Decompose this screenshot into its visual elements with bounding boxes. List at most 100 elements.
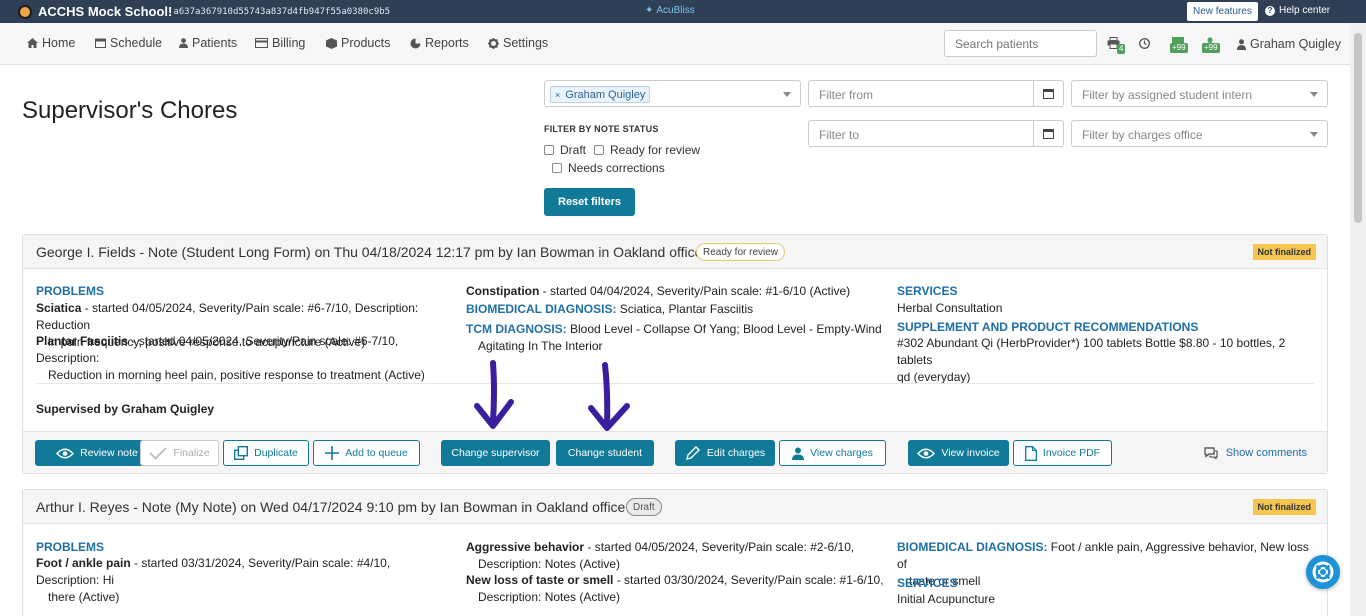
biomedical-diagnosis-heading: BIOMEDICAL DIAGNOSIS: — [466, 302, 617, 316]
problem-name: Sciatica — [36, 301, 82, 315]
chevron-down-icon — [783, 92, 791, 97]
filter-to-placeholder: Filter to — [819, 128, 860, 142]
search-patients-input[interactable] — [944, 30, 1097, 57]
invoice-pdf-button[interactable]: Invoice PDF — [1013, 440, 1112, 466]
edit-charges-button[interactable]: Edit charges — [675, 440, 775, 466]
clock-icon — [1139, 38, 1150, 49]
nav-schedule-label: Schedule — [110, 36, 163, 50]
notifications-button-2[interactable]: +99 — [1202, 36, 1220, 53]
supplement-item: #302 Abundant Qi (HerbProvider*) 100 tab… — [897, 335, 1317, 386]
problems-heading: PROBLEMS — [36, 284, 105, 298]
show-comments-link[interactable]: Show comments — [1204, 447, 1307, 459]
note-title[interactable]: Arthur I. Reyes - Note (My Note) on Wed … — [36, 499, 625, 515]
nav-reports[interactable]: Reports — [410, 36, 469, 50]
comments-icon — [1204, 447, 1218, 459]
filter-from-calendar-button[interactable] — [1033, 81, 1063, 106]
brand-logo[interactable]: ✦ AcuBliss — [645, 5, 695, 16]
tcm-diagnosis-heading: TCM DIAGNOSIS: — [466, 322, 567, 336]
nav-products[interactable]: Products — [326, 36, 390, 50]
file-icon — [1024, 445, 1037, 461]
calendar-icon — [1043, 88, 1054, 99]
problem-detail: - started 03/30/2024, Severity/Pain scal… — [613, 573, 884, 587]
nav-settings[interactable]: Settings — [488, 36, 548, 50]
queue-button[interactable]: 4 — [1107, 37, 1126, 54]
calendar-icon — [95, 38, 106, 48]
problem-detail: - started 04/05/2024, Severity/Pain scal… — [36, 301, 419, 332]
divider — [36, 383, 1314, 384]
problem-detail: - started 04/04/2024, Severity/Pain scal… — [539, 284, 851, 298]
calendar-icon — [1043, 128, 1054, 139]
services-heading: SERVICES — [897, 576, 958, 590]
filter-to-input[interactable]: Filter to — [808, 120, 1064, 147]
view-charges-button[interactable]: View charges — [779, 440, 886, 466]
annotation-arrow-icon — [474, 360, 514, 429]
view-invoice-button[interactable]: View invoice — [908, 440, 1009, 466]
intern-filter-placeholder: Filter by assigned student intern — [1082, 88, 1253, 102]
duplicate-icon — [234, 446, 249, 460]
note-status-filter-label: FILTER BY NOTE STATUS — [544, 124, 659, 134]
page-scrollbar[interactable] — [1350, 23, 1366, 616]
chevron-down-icon — [1310, 92, 1318, 97]
finalize-label: Finalize — [173, 447, 210, 459]
problem-name: Plantar Fasciitis — [36, 334, 129, 348]
note-title[interactable]: George I. Fields - Note (Student Long Fo… — [36, 244, 702, 260]
constipation-problem: Constipation - started 04/04/2024, Sever… — [466, 283, 886, 300]
remove-tag-icon[interactable]: × — [555, 90, 560, 100]
checkbox[interactable] — [594, 145, 604, 155]
problem-name: Aggressive behavior — [466, 540, 585, 554]
biomedical-diagnosis-heading: BIOMEDICAL DIAGNOSIS: — [897, 540, 1048, 554]
user-menu[interactable]: Graham Quigley — [1237, 37, 1341, 51]
duplicate-label: Duplicate — [254, 447, 298, 459]
checkbox[interactable] — [544, 145, 554, 155]
nav-products-label: Products — [341, 36, 391, 50]
plus-icon — [325, 446, 340, 460]
queue-count-badge: 4 — [1117, 44, 1126, 54]
checkbox[interactable] — [552, 163, 562, 173]
nav-reports-label: Reports — [425, 36, 469, 50]
eye-icon — [56, 448, 75, 458]
clock-button[interactable] — [1139, 38, 1150, 52]
office-filter-select[interactable]: Filter by charges office — [1071, 120, 1328, 147]
finalized-badge: Not finalized — [1252, 499, 1316, 515]
add-to-queue-button[interactable]: Add to queue — [313, 440, 420, 466]
status-corrections-checkbox[interactable]: Needs corrections — [552, 161, 665, 175]
nav-patients[interactable]: Patients — [179, 36, 237, 50]
school-name: ACCHS Mock School! — [38, 4, 173, 19]
change-student-button[interactable]: Change student — [556, 440, 654, 466]
change-supervisor-button[interactable]: Change supervisor — [441, 440, 550, 466]
finalize-button[interactable]: Finalize — [140, 440, 219, 466]
office-filter-placeholder: Filter by charges office — [1082, 128, 1203, 142]
status-ready-checkbox[interactable]: Ready for review — [594, 143, 700, 157]
intern-filter-select[interactable]: Filter by assigned student intern — [1071, 80, 1328, 107]
finalized-badge: Not finalized — [1252, 244, 1316, 260]
scrollbar-thumb[interactable] — [1354, 33, 1362, 223]
filter-from-placeholder: Filter from — [819, 88, 873, 102]
new-features-button[interactable]: New features — [1187, 2, 1258, 21]
leaf-icon: ✦ — [645, 5, 654, 16]
status-draft-checkbox[interactable]: Draft — [544, 143, 586, 157]
nav-settings-label: Settings — [503, 36, 549, 50]
reset-filters-button[interactable]: Reset filters — [544, 188, 635, 216]
problems-heading: PROBLEMS — [36, 540, 105, 554]
help-center-label: Help center — [1279, 5, 1331, 16]
services-heading: SERVICES — [897, 284, 958, 298]
problem-name: New loss of taste or smell — [466, 573, 614, 587]
nav-billing[interactable]: Billing — [255, 36, 305, 50]
tcm-diagnosis: TCM DIAGNOSIS: Blood Level - Collapse Of… — [466, 321, 886, 355]
nav-schedule[interactable]: Schedule — [95, 36, 162, 50]
user-name-label: Graham Quigley — [1250, 37, 1342, 51]
supervisor-tag: × Graham Quigley — [550, 86, 651, 103]
view-charges-label: View charges — [810, 447, 873, 459]
user-icon — [179, 38, 188, 48]
nav-home[interactable]: Home — [27, 36, 75, 50]
support-chat-button[interactable] — [1306, 555, 1340, 589]
filter-from-input[interactable]: Filter from — [808, 80, 1064, 107]
status-draft-label: Draft — [560, 143, 587, 157]
supervisor-filter-select[interactable]: × Graham Quigley — [544, 80, 801, 107]
notifications-button-1[interactable]: +99 — [1170, 36, 1188, 53]
duplicate-button[interactable]: Duplicate — [223, 440, 309, 466]
filter-to-calendar-button[interactable] — [1033, 121, 1063, 146]
window-titlebar: ACCHS Mock School! a637a367910d55743a837… — [0, 0, 1366, 23]
annotation-arrow-icon — [588, 362, 630, 431]
help-center-link[interactable]: ? Help center — [1265, 5, 1330, 16]
